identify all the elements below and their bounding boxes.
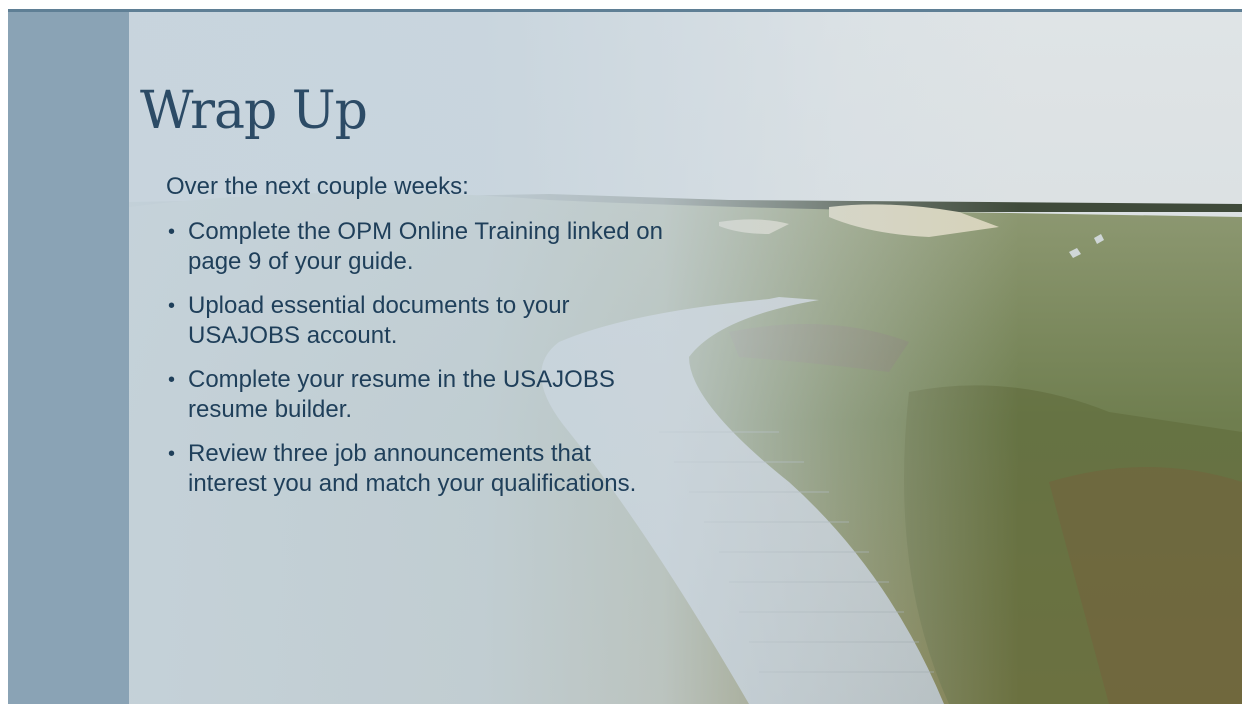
bullet-dot-icon: •	[168, 369, 176, 391]
slide-title: Wrap Up	[140, 81, 368, 141]
list-item: • Review three job announcements that in…	[166, 439, 666, 499]
list-item: • Upload essential documents to your USA…	[166, 291, 666, 351]
bullet-list: • Complete the OPM Online Training linke…	[166, 217, 666, 513]
slide: Wrap Up Over the next couple weeks: • Co…	[8, 9, 1242, 704]
intro-text: Over the next couple weeks:	[166, 173, 469, 200]
list-item: • Complete your resume in the USAJOBS re…	[166, 365, 666, 425]
list-item-text: Review three job announcements that inte…	[188, 440, 637, 497]
list-item-text: Complete the OPM Online Training linked …	[188, 218, 663, 275]
bullet-dot-icon: •	[168, 295, 176, 317]
list-item: • Complete the OPM Online Training linke…	[166, 217, 666, 277]
list-item-text: Complete your resume in the USAJOBS resu…	[188, 366, 615, 423]
bullet-dot-icon: •	[168, 221, 176, 243]
list-item-text: Upload essential documents to your USAJO…	[188, 292, 570, 349]
slide-content: Wrap Up Over the next couple weeks: • Co…	[8, 9, 1242, 704]
bullet-dot-icon: •	[168, 443, 176, 465]
